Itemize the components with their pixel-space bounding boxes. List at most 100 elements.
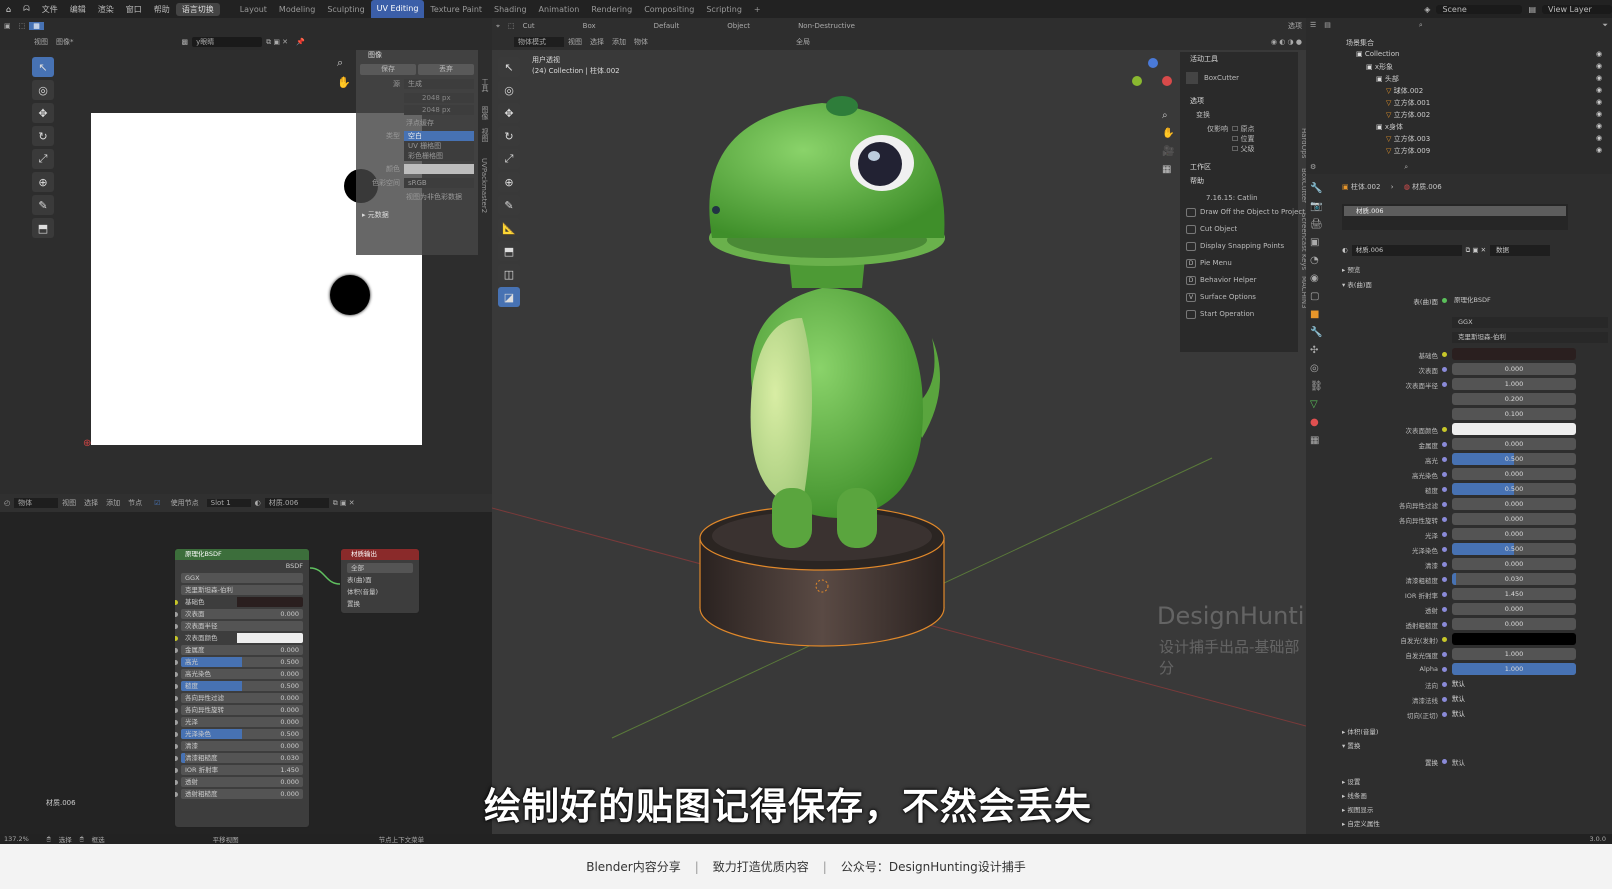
section-options[interactable]: 选项 (1180, 90, 1298, 108)
distribution-dropdown[interactable]: GGX (181, 573, 303, 583)
view-layer-tab-icon[interactable]: ▣ (1310, 234, 1328, 252)
image-browse-icon[interactable]: ▩ (178, 38, 193, 46)
transform-tool-icon[interactable]: ⊕ (32, 172, 54, 192)
section-lineart[interactable]: ▸ 线条画 (1342, 790, 1367, 800)
grab-tool-icon[interactable]: ⬒ (32, 218, 54, 238)
socket-dot[interactable] (1442, 502, 1447, 507)
constraints-tab-icon[interactable]: ⛓ (1310, 378, 1328, 396)
menu-select[interactable]: 选择 (80, 498, 102, 508)
property-field[interactable]: 1.450 (1452, 588, 1576, 600)
input-field[interactable]: 糙度 0.500 (181, 681, 303, 691)
move-tool-icon[interactable]: ✥ (32, 103, 54, 123)
material-slot-list[interactable]: 材质.006 (1342, 204, 1568, 230)
help-line[interactable]: D Pie Menu (1180, 255, 1298, 272)
subsurface-method-dropdown[interactable]: 克里斯坦森-伯利 (1452, 332, 1608, 343)
input-field[interactable]: 金属度 0.000 (181, 645, 303, 655)
socket-dot[interactable] (1442, 667, 1447, 672)
help-line[interactable]: Draw Off the Object to Project (1180, 204, 1305, 221)
select-mode-icon[interactable]: ⬚ (15, 22, 30, 30)
data-tab-icon[interactable]: ▽ (1310, 396, 1328, 414)
input-field[interactable]: 光泽染色 0.500 (181, 729, 303, 739)
display-mode-icon[interactable]: ▤ (1320, 21, 1335, 29)
rotate-tool-icon[interactable]: ↻ (32, 126, 54, 146)
source-dropdown[interactable]: 生成 (404, 79, 474, 89)
object-type-dropdown[interactable]: 物体 (14, 498, 59, 508)
input-field[interactable]: 各向异性过滤 0.000 (181, 693, 303, 703)
input-socket[interactable] (175, 768, 178, 773)
property-field[interactable]: 默认 (1452, 678, 1576, 690)
image-actions-icon[interactable]: ⧉ ▣ ✕ (262, 38, 292, 47)
input-socket[interactable] (175, 720, 178, 725)
input-socket[interactable] (175, 708, 178, 713)
cursor-tool-icon[interactable]: ◎ (32, 80, 54, 100)
texture-tab-icon[interactable]: ▦ (1310, 432, 1328, 450)
menu-add[interactable]: 添加 (102, 498, 124, 508)
pin-icon[interactable]: 📌 (292, 38, 309, 46)
input-socket[interactable] (175, 792, 178, 797)
property-field[interactable]: 0.000 (1452, 498, 1576, 510)
input-field[interactable]: 次表面 0.000 (181, 609, 303, 619)
world-tab-icon[interactable]: ◉ (1310, 270, 1328, 288)
image-name-field[interactable]: y眼睛 (192, 37, 263, 47)
section-volume[interactable]: ▸ 体积(音量) (1342, 726, 1378, 736)
property-field[interactable]: 0.000 (1452, 618, 1576, 630)
affect-origins-checkbox[interactable]: ☐ 原点 (1232, 124, 1255, 134)
input-field[interactable]: 高光 0.500 (181, 657, 303, 667)
input-socket[interactable] (175, 780, 178, 785)
input-field[interactable]: 基础色 (181, 597, 303, 607)
socket-dot[interactable] (1442, 427, 1447, 432)
menu-view[interactable]: 视图 (30, 37, 52, 47)
property-field[interactable] (1452, 348, 1576, 360)
width-field[interactable]: 2048 px (404, 93, 474, 103)
input-socket[interactable] (175, 684, 178, 689)
type-option-blank[interactable]: 空白 (404, 131, 474, 141)
material-output-node[interactable]: 材质输出 全部 表(曲)面 体积(音量) 置换 (340, 548, 420, 614)
menu-edit[interactable]: 编辑 (64, 4, 92, 15)
section-preview[interactable]: ▸ 预览 (1342, 264, 1360, 274)
search-icon[interactable]: ⌕ (1415, 21, 1427, 30)
pan-hand-icon[interactable]: ✋ (337, 76, 351, 89)
outliner-item[interactable]: ▣ Collection (1356, 50, 1399, 62)
properties-type-icon[interactable]: ⚙ (1306, 163, 1320, 171)
input-field[interactable]: 次表面半径 (181, 621, 303, 631)
help-line[interactable]: Cut Object (1180, 221, 1298, 238)
section-transform[interactable]: 变换 (1180, 108, 1298, 122)
surface-shader-field[interactable]: 原理化BSDF (1452, 295, 1608, 306)
collection-tab-icon[interactable]: ▢ (1310, 288, 1328, 306)
colorspace-dropdown[interactable]: sRGB (404, 178, 474, 188)
discard-image-button[interactable]: 丢弃 (418, 64, 474, 75)
property-field[interactable]: 0.200 (1452, 393, 1576, 405)
dinosaur-model[interactable] (672, 88, 992, 668)
tab-layout[interactable]: Layout (234, 5, 273, 14)
socket-dot[interactable] (1442, 652, 1447, 657)
visibility-eye-icon[interactable]: ◉ (1596, 146, 1602, 158)
material-slot-item[interactable]: 材质.006 (1344, 206, 1566, 216)
property-field[interactable]: 0.000 (1452, 558, 1576, 570)
material-actions-icon[interactable]: ⧉ ▣ ✕ (1462, 246, 1486, 255)
navigation-gizmo[interactable] (1132, 58, 1172, 108)
grid-icon[interactable]: ▦ (1162, 164, 1171, 175)
tool-tab-icon[interactable]: 🔧 (1310, 180, 1328, 198)
material-browse-icon[interactable]: ◐ (1342, 246, 1348, 254)
input-socket[interactable] (175, 660, 178, 665)
help-line[interactable]: Start Operation (1180, 306, 1298, 323)
outliner-item[interactable]: ▽ 立方体.003 (1386, 134, 1430, 146)
search-icon[interactable]: ⌕ (1400, 163, 1412, 172)
material-name-field[interactable]: 材质.006 (264, 498, 329, 508)
help-line[interactable]: V Surface Options (1180, 289, 1298, 306)
annotate-tool-icon[interactable]: ✎ (32, 195, 54, 215)
blender-logo-icon[interactable]: ⌂ (0, 5, 17, 14)
socket-dot[interactable] (1442, 592, 1447, 597)
scene-selector[interactable]: Scene (1436, 4, 1523, 14)
socket-dot[interactable] (1442, 712, 1447, 717)
outliner-item[interactable]: ▣ 头部 (1376, 74, 1399, 86)
type-option-color-grid[interactable]: 彩色栅格图 (404, 151, 474, 161)
displacement-field[interactable]: 默认 (1452, 757, 1465, 767)
input-socket[interactable] (175, 648, 178, 653)
help-line[interactable]: Display Snapping Points (1180, 238, 1298, 255)
property-field[interactable]: 1.000 (1452, 648, 1576, 660)
property-field[interactable] (1452, 423, 1576, 435)
visibility-eye-icon[interactable]: ◉ (1596, 110, 1602, 122)
section-metadata[interactable]: ▸ 元数据 (356, 210, 478, 220)
breadcrumb-object[interactable]: 柱体.002 (1351, 183, 1381, 191)
